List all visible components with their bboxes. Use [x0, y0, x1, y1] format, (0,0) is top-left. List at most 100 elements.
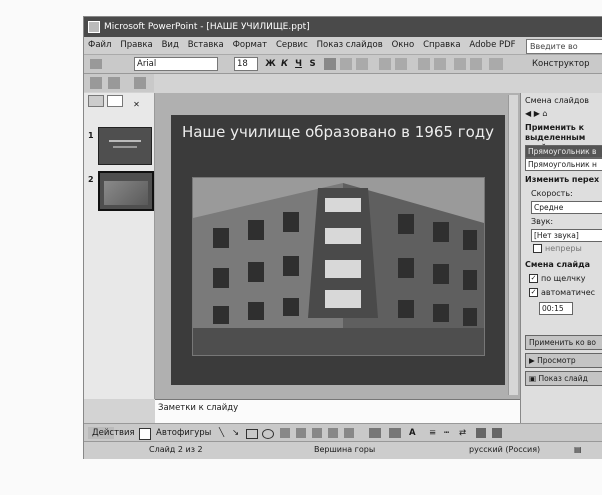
increase-font-icon[interactable] — [418, 58, 430, 70]
menu-edit[interactable]: Правка — [117, 37, 155, 54]
designer-button[interactable]: Конструктор — [532, 57, 590, 71]
font-select[interactable]: Arial — [134, 57, 218, 71]
transition-list-item-1[interactable]: Прямоугольник в — [525, 145, 602, 158]
slideshow-button[interactable]: ▣ Показ слайд — [525, 371, 602, 386]
loop-label: непреры — [545, 244, 582, 253]
tab-slides[interactable] — [106, 95, 123, 107]
powerpoint-window: Microsoft PowerPoint - [НАШЕ УЧИЛИЩЕ.ppt… — [83, 16, 602, 459]
bullets-icon[interactable] — [395, 58, 407, 70]
on-click-check[interactable]: ✓ — [529, 274, 538, 283]
rectangle-icon[interactable] — [246, 429, 258, 439]
panel-tabs: ✕ — [88, 95, 140, 109]
decrease-font-icon[interactable] — [434, 58, 446, 70]
shadow-style-icon[interactable] — [476, 428, 486, 438]
oval-icon[interactable] — [262, 429, 274, 439]
diagram-icon[interactable] — [312, 428, 322, 438]
auto-check[interactable]: ✓ — [529, 288, 538, 297]
select-pointer-icon[interactable] — [139, 428, 151, 440]
font-color-icon[interactable] — [489, 58, 503, 70]
slideshow-label: Показ слайд — [538, 374, 588, 383]
status-bar: Слайд 2 из 2 Вершина горы русский (Росси… — [84, 441, 602, 459]
notes-placeholder[interactable]: Заметки к слайду — [158, 403, 238, 413]
task-pane-slide-transition: Смена слайдов ◀ ▶ ⌂ Применить к выделенн… — [520, 93, 602, 423]
menu-view[interactable]: Вид — [159, 37, 182, 54]
menu-window[interactable]: Окно — [389, 37, 418, 54]
align-left-icon[interactable] — [324, 58, 336, 70]
vertical-scrollbar[interactable] — [508, 95, 518, 395]
align-center-icon[interactable] — [340, 58, 352, 70]
nav-back-icon[interactable]: ◀ ▶ ⌂ — [525, 109, 547, 118]
menu-slideshow[interactable]: Показ слайдов — [314, 37, 386, 54]
menu-adobe-pdf[interactable]: Adobe PDF — [466, 37, 518, 54]
3d-style-icon[interactable] — [492, 428, 502, 438]
app-icon — [88, 20, 100, 33]
bold-button[interactable]: Ж — [264, 57, 277, 71]
wordart-icon[interactable] — [296, 428, 306, 438]
apply-all-button[interactable]: Применить ко во — [525, 335, 602, 350]
underline-button[interactable]: Ч — [292, 57, 305, 71]
task-pane-header: Смена слайдов — [525, 96, 589, 105]
time-stepper[interactable]: 00:15 — [539, 302, 573, 315]
slide-thumbnail-2[interactable] — [98, 171, 154, 211]
actions-label[interactable]: Действия — [92, 426, 135, 440]
outdent-icon[interactable] — [470, 58, 482, 70]
loop-checkbox[interactable]: непреры — [533, 244, 582, 253]
picture-icon[interactable] — [344, 428, 354, 438]
loop-checkbox-box[interactable] — [533, 244, 542, 253]
menu-file[interactable]: Файл — [84, 37, 114, 54]
window-title: Microsoft PowerPoint - [НАШЕ УЧИЛИЩЕ.ppt… — [104, 22, 310, 32]
status-slide: Слайд 2 из 2 — [149, 445, 203, 454]
font-color-a-icon[interactable]: A — [409, 426, 416, 440]
building-image — [193, 178, 484, 355]
align-right-icon[interactable] — [356, 58, 368, 70]
print-icon[interactable] — [134, 77, 146, 89]
preview-label: Просмотр — [537, 356, 576, 365]
dash-style-icon[interactable]: ┅ — [444, 426, 449, 440]
close-icon[interactable]: ✕ — [133, 100, 140, 109]
arrow-icon[interactable]: ↘ — [232, 426, 239, 440]
arrow-style-icon[interactable]: ⇄ — [459, 426, 466, 440]
clipart-icon[interactable] — [328, 428, 338, 438]
textbox-icon[interactable] — [280, 428, 290, 438]
menu-bar: Файл Правка Вид Вставка Формат Сервис По… — [84, 37, 602, 55]
menu-format[interactable]: Формат — [230, 37, 271, 54]
building-photo[interactable] — [192, 177, 485, 356]
slide-workspace: Наше училище образовано в 1965 году — [155, 93, 520, 399]
tab-outline[interactable] — [88, 95, 104, 107]
modify-heading: Изменить перех — [525, 175, 600, 184]
save-icon[interactable] — [90, 59, 102, 69]
speed-select[interactable]: Средне — [531, 201, 602, 214]
menu-insert[interactable]: Вставка — [185, 37, 227, 54]
on-click-checkbox[interactable]: ✓ по щелчку — [529, 274, 586, 283]
drawing-toolbar: Действия Автофигуры ╲ ↘ A ≡ ┅ ⇄ — [84, 423, 602, 442]
preview-button[interactable]: ▶ Просмотр — [525, 353, 602, 368]
slide-canvas[interactable]: Наше училище образовано в 1965 году — [171, 115, 505, 385]
indent-icon[interactable] — [454, 58, 466, 70]
slide-title[interactable]: Наше училище образовано в 1965 году — [171, 123, 505, 142]
title-bar: Microsoft PowerPoint - [НАШЕ УЧИЛИЩЕ.ppt… — [84, 17, 602, 37]
font-size-select[interactable]: 18 — [234, 57, 258, 71]
menu-help[interactable]: Справка — [420, 37, 463, 54]
line-style-icon[interactable]: ≡ — [429, 426, 436, 440]
shadow-button[interactable]: S — [306, 57, 319, 71]
status-design: Вершина горы — [314, 445, 376, 454]
auto-checkbox[interactable]: ✓ автоматичес — [529, 288, 595, 297]
play-icon: ▶ — [529, 356, 538, 365]
line-color-icon[interactable] — [389, 428, 401, 438]
numbering-icon[interactable] — [379, 58, 391, 70]
new-slide-icon[interactable] — [90, 77, 102, 89]
slide-thumbnail-1[interactable] — [98, 127, 152, 165]
menu-tools[interactable]: Сервис — [273, 37, 311, 54]
slides-panel: ✕ 1 2 — [84, 93, 155, 399]
speed-label: Скорость: — [531, 189, 573, 198]
help-search-input[interactable]: Введите во — [526, 39, 602, 54]
notes-pane[interactable]: Заметки к слайду — [155, 399, 520, 424]
advance-heading: Смена слайда — [525, 260, 591, 269]
line-icon[interactable]: ╲ — [219, 426, 224, 440]
autoshapes-menu[interactable]: Автофигуры — [156, 426, 211, 440]
layout-icon[interactable] — [108, 77, 120, 89]
transition-list-item-2[interactable]: Прямоугольник н — [525, 158, 602, 171]
sound-select[interactable]: [Нет звука] — [531, 229, 602, 242]
italic-button[interactable]: К — [278, 57, 291, 71]
fill-color-icon[interactable] — [369, 428, 381, 438]
